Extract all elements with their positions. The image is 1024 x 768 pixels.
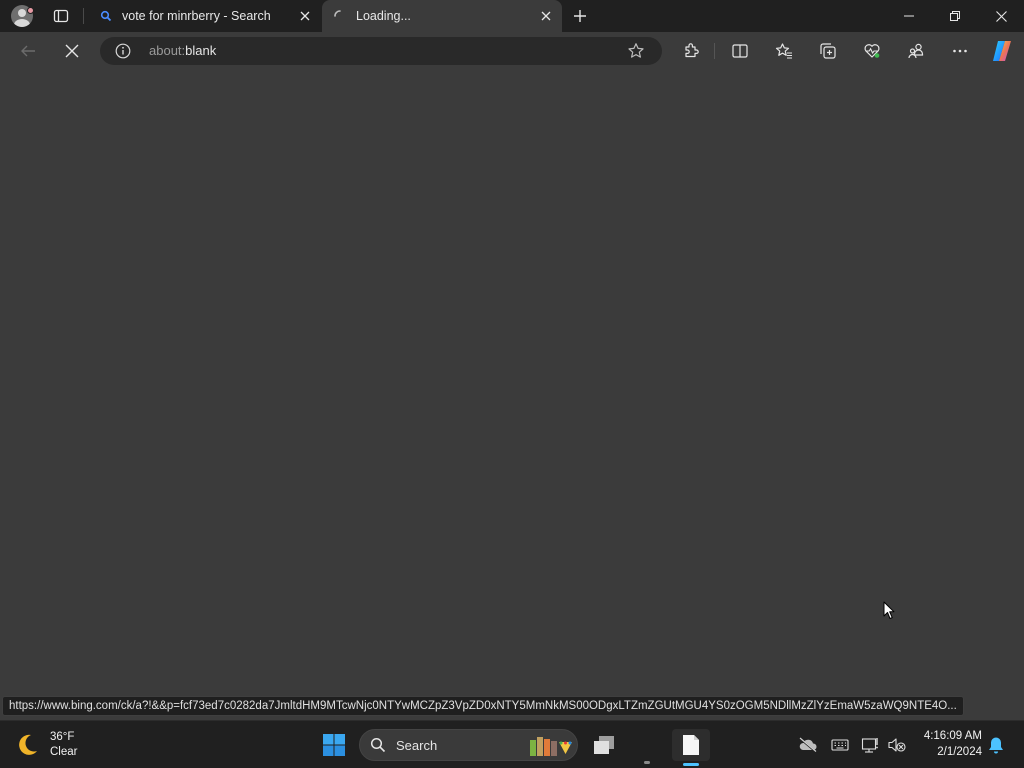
tab-close-button[interactable] bbox=[295, 6, 315, 26]
system-clock[interactable]: 4:16:09 AM 2/1/2024 bbox=[912, 728, 982, 760]
clock-time: 4:16:09 AM bbox=[923, 730, 982, 742]
puzzle-icon bbox=[685, 43, 699, 58]
tab-close-button[interactable] bbox=[536, 6, 556, 26]
start-button[interactable] bbox=[318, 729, 350, 761]
tab-search[interactable]: vote for minrberry - Search bbox=[88, 0, 321, 32]
browser-toolbar: about:blank bbox=[0, 32, 1024, 70]
page-content[interactable] bbox=[0, 70, 1024, 720]
close-icon bbox=[541, 11, 551, 21]
windows-logo-icon bbox=[323, 734, 345, 756]
network-icon[interactable] bbox=[860, 735, 882, 755]
profile-notification-dot bbox=[27, 7, 34, 14]
add-favorite-button[interactable] bbox=[626, 42, 646, 60]
address-url[interactable]: about:blank bbox=[149, 43, 216, 58]
favorites-button[interactable] bbox=[770, 37, 798, 65]
weather-condition: Clear bbox=[50, 746, 78, 758]
title-bar: vote for minrberry - Search Loading... bbox=[0, 0, 1024, 32]
weather-temperature: 36°F bbox=[50, 731, 75, 743]
collections-icon bbox=[820, 43, 836, 59]
mouse-cursor-icon bbox=[883, 601, 895, 620]
volume-muted-icon[interactable] bbox=[886, 735, 908, 755]
split-screen-button[interactable] bbox=[726, 37, 754, 65]
new-tab-button[interactable] bbox=[568, 4, 592, 28]
app-indicator bbox=[644, 761, 650, 764]
restore-icon bbox=[950, 11, 960, 21]
extensions-button[interactable] bbox=[677, 37, 705, 65]
clock-date: 2/1/2024 bbox=[937, 746, 982, 758]
minimize-button[interactable] bbox=[886, 0, 932, 32]
bing-search-icon bbox=[98, 8, 114, 24]
weather-widget[interactable]: 36°F Clear bbox=[14, 727, 77, 763]
heart-pulse-icon bbox=[864, 44, 880, 58]
task-view-button[interactable] bbox=[588, 729, 620, 761]
onedrive-offline-icon[interactable] bbox=[797, 735, 819, 755]
minimize-icon bbox=[904, 15, 914, 17]
tab-actions-icon bbox=[53, 9, 69, 23]
tab-actions-button[interactable] bbox=[47, 4, 75, 28]
performance-button[interactable] bbox=[902, 37, 930, 65]
tab-title: Loading... bbox=[356, 9, 411, 23]
moon-icon bbox=[19, 734, 37, 755]
tab-separator bbox=[83, 8, 84, 24]
status-bar-url: https://www.bing.com/ck/a?!&&p=fcf73ed7c… bbox=[2, 696, 964, 716]
back-button[interactable] bbox=[14, 37, 42, 65]
people-icon bbox=[908, 43, 924, 59]
profile-button[interactable] bbox=[8, 4, 36, 28]
task-view-icon bbox=[594, 736, 614, 754]
taskbar: 36°F Clear Search 4:16:09 AM 2/1/2024 bbox=[0, 720, 1024, 768]
address-bar[interactable]: about:blank bbox=[100, 37, 662, 65]
loading-spinner-icon bbox=[332, 8, 348, 24]
search-highlight-icon bbox=[530, 737, 572, 756]
search-icon bbox=[370, 737, 386, 753]
plus-icon bbox=[574, 10, 586, 22]
tab-loading[interactable]: Loading... bbox=[322, 0, 562, 32]
search-label: Search bbox=[396, 738, 438, 753]
bell-icon bbox=[989, 737, 1003, 754]
tab-title: vote for minrberry - Search bbox=[122, 9, 271, 23]
stop-loading-button[interactable] bbox=[58, 37, 86, 65]
taskbar-app-notepad[interactable] bbox=[672, 729, 710, 761]
browser-essentials-button[interactable] bbox=[858, 37, 886, 65]
star-icon bbox=[628, 43, 644, 58]
notifications-button[interactable] bbox=[986, 735, 1006, 755]
more-icon bbox=[953, 49, 967, 53]
collections-button[interactable] bbox=[814, 37, 842, 65]
copilot-icon bbox=[993, 41, 1011, 61]
restore-button[interactable] bbox=[932, 0, 978, 32]
close-window-button[interactable] bbox=[978, 0, 1024, 32]
back-arrow-icon bbox=[21, 45, 35, 57]
split-screen-icon bbox=[732, 44, 748, 58]
copilot-button[interactable] bbox=[988, 37, 1016, 65]
taskbar-search[interactable]: Search bbox=[359, 729, 578, 761]
close-icon bbox=[300, 11, 310, 21]
close-icon bbox=[995, 10, 1007, 22]
running-indicator bbox=[683, 763, 699, 766]
document-icon bbox=[683, 735, 699, 755]
settings-and-more-button[interactable] bbox=[946, 37, 974, 65]
close-icon bbox=[65, 44, 79, 58]
toolbar-separator bbox=[714, 43, 715, 59]
info-icon[interactable] bbox=[114, 42, 132, 60]
keyboard-icon[interactable] bbox=[829, 735, 851, 755]
favorites-icon bbox=[775, 43, 792, 59]
